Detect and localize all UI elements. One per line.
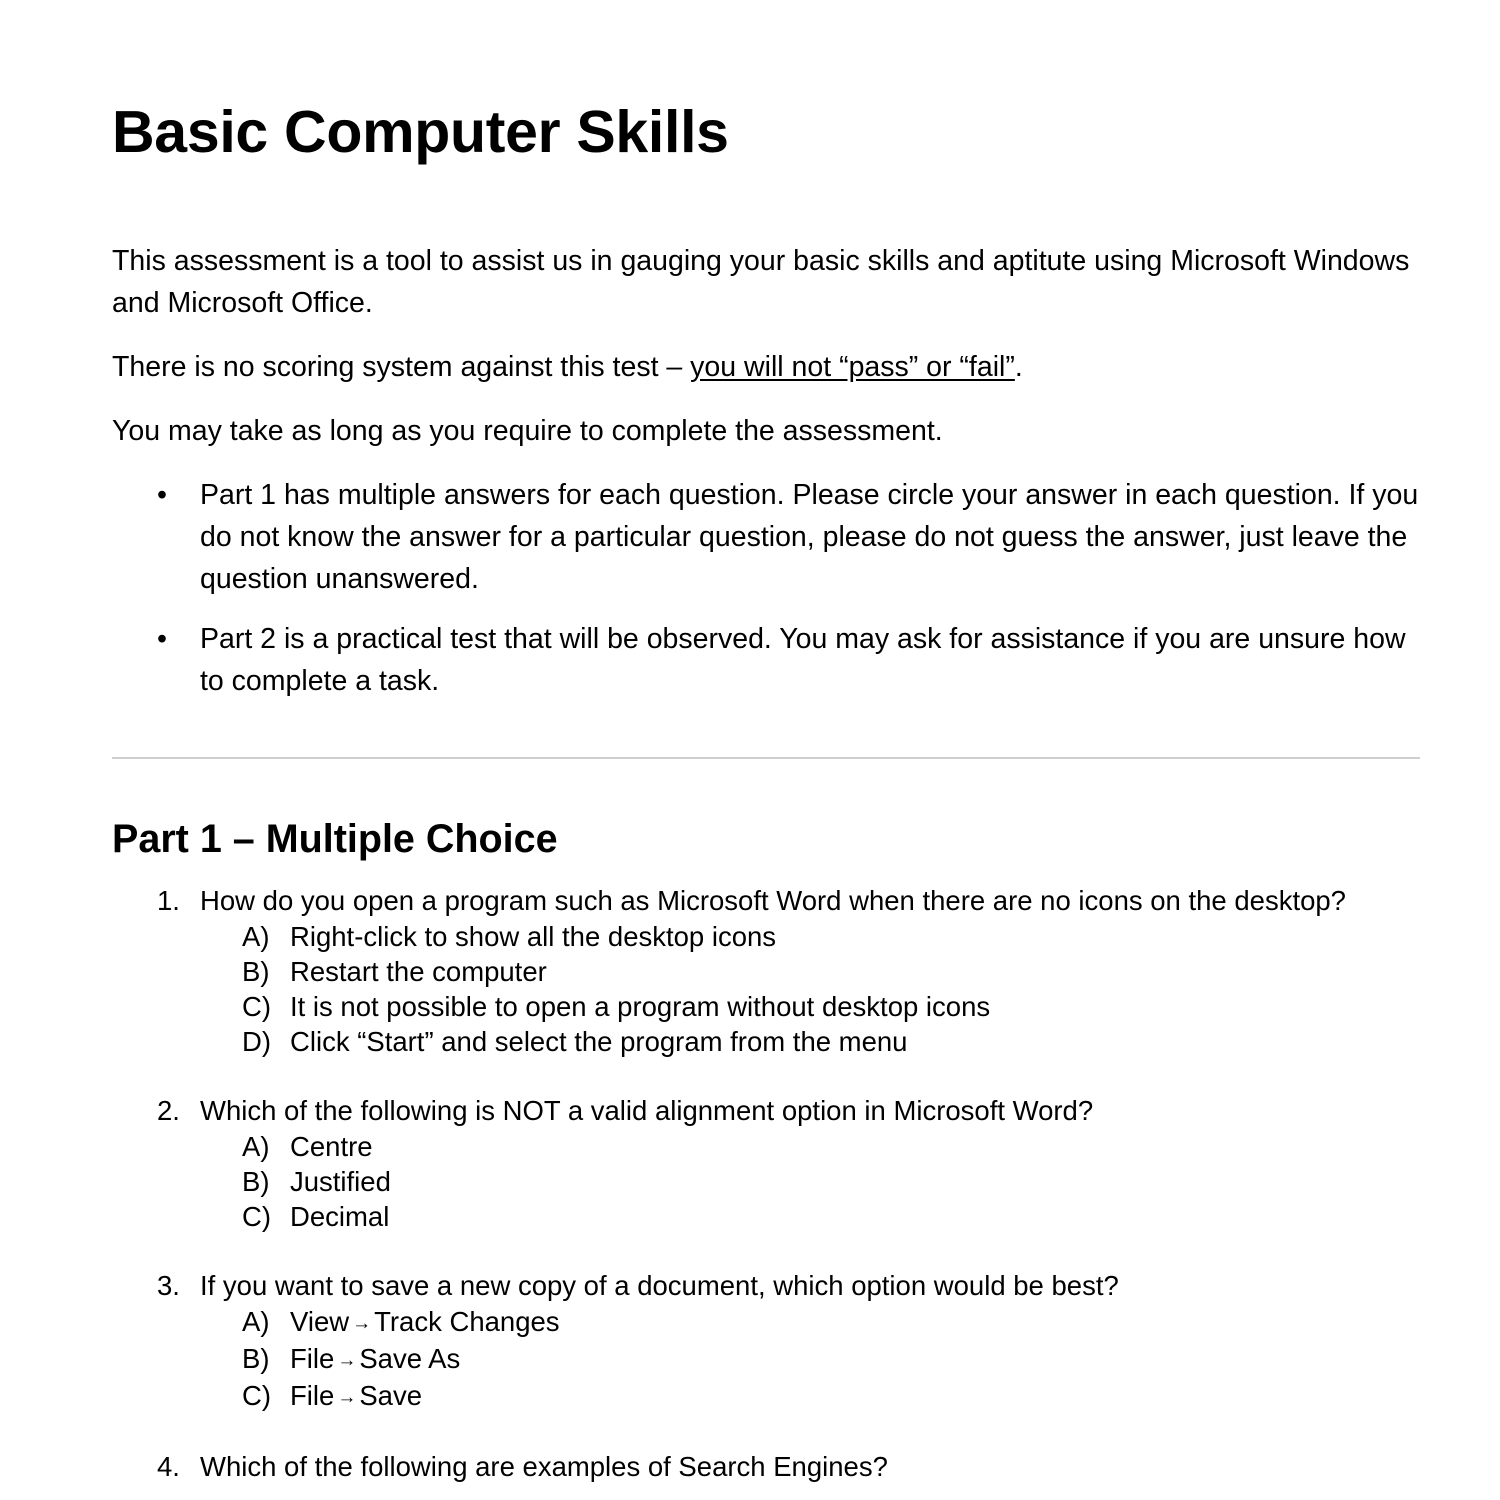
option-b[interactable]: B) Justified (200, 1164, 1420, 1199)
option-letter: B) (242, 1343, 270, 1374)
option-text-after: Track Changes (374, 1306, 560, 1337)
question-number: 3. (157, 1270, 180, 1301)
option-text-before: File (290, 1343, 335, 1374)
option-text: Restart the computer (290, 956, 547, 987)
question-text: If you want to save a new copy of a docu… (200, 1270, 1119, 1301)
question-4: 4. Which of the following are examples o… (112, 1449, 1420, 1485)
instructions-bullet-list: • Part 1 has multiple answers for each q… (112, 474, 1420, 702)
option-text: Justified (290, 1166, 391, 1197)
option-list: A) Right-click to show all the desktop i… (200, 919, 1420, 1059)
option-text: Centre (290, 1131, 373, 1162)
option-letter: B) (242, 956, 270, 987)
list-item: • Part 2 is a practical test that will b… (112, 618, 1420, 702)
list-item-text: Part 1 has multiple answers for each que… (200, 478, 1419, 595)
option-c[interactable]: C) File → Save (200, 1378, 1420, 1415)
question-number: 2. (157, 1095, 180, 1126)
option-b[interactable]: B) Restart the computer (200, 954, 1420, 989)
question-text: How do you open a program such as Micros… (200, 885, 1346, 916)
intro-paragraph-3: You may take as long as you require to c… (112, 414, 943, 447)
option-text: Decimal (290, 1201, 390, 1232)
option-text: It is not possible to open a program wit… (290, 991, 991, 1022)
option-list: A) View → Track Changes B) File → Save As C)… (200, 1304, 1420, 1415)
intro-paragraph-2-suffix: . (1014, 350, 1023, 383)
question-text: Which of the following are examples of S… (200, 1451, 888, 1482)
bullet-icon: • (157, 478, 167, 511)
question-text: Which of the following is NOT a valid al… (200, 1095, 1094, 1126)
option-c[interactable]: C) Decimal (200, 1199, 1420, 1234)
option-c[interactable]: C) It is not possible to open a program … (200, 989, 1420, 1024)
question-3: 3. If you want to save a new copy of a d… (112, 1268, 1420, 1415)
intro-paragraph-1: This assessment is a tool to assist us i… (112, 244, 1410, 319)
arrow-right-icon: → (337, 1387, 357, 1408)
list-item-text: Part 2 is a practical test that will be … (200, 622, 1406, 697)
option-letter: A) (242, 921, 270, 952)
option-d[interactable]: D) Click “Start” and select the program … (200, 1024, 1420, 1059)
intro-paragraph-2: There is no scoring system against this … (112, 346, 1420, 388)
option-b[interactable]: B) File → Save As (200, 1341, 1420, 1378)
option-letter: B) (242, 1166, 270, 1197)
page-title: Basic Computer Skills (112, 99, 729, 165)
option-list: A) Centre B) Justified C) Decimal (200, 1129, 1420, 1234)
question-1: 1. How do you open a program such as Mic… (112, 883, 1420, 1059)
question-2: 2. Which of the following is NOT a valid… (112, 1093, 1420, 1234)
option-a[interactable]: A) View → Track Changes (200, 1304, 1420, 1341)
option-a[interactable]: A) Centre (200, 1129, 1420, 1164)
option-letter: D) (242, 1026, 272, 1057)
option-text: Right-click to show all the desktop icon… (290, 921, 777, 952)
arrow-right-icon: → (352, 1313, 372, 1334)
option-letter: C) (242, 1201, 272, 1232)
arrow-right-icon: → (337, 1350, 357, 1371)
option-text-after: Save As (359, 1343, 461, 1374)
option-letter: A) (242, 1131, 270, 1162)
intro-section: This assessment is a tool to assist us i… (112, 240, 1420, 452)
list-item: • Part 1 has multiple answers for each q… (112, 474, 1420, 600)
question-list: 1. How do you open a program such as Mic… (112, 883, 1420, 1485)
option-letter: C) (242, 1380, 272, 1411)
intro-paragraph-2-prefix: There is no scoring system against this … (112, 350, 691, 383)
option-text: Click “Start” and select the program fro… (290, 1026, 908, 1057)
option-a[interactable]: A) Right-click to show all the desktop i… (200, 919, 1420, 954)
option-letter: C) (242, 991, 272, 1022)
option-text-before: View (290, 1306, 350, 1337)
question-number: 4. (157, 1451, 180, 1482)
intro-paragraph-2-emphasis: you will not “pass” or “fail” (690, 350, 1015, 383)
option-letter: A) (242, 1306, 270, 1337)
bullet-icon: • (157, 622, 167, 655)
document-page: Basic Computer Skills This assessment is… (0, 0, 1500, 1500)
section-heading-part-1: Part 1 – Multiple Choice (112, 816, 558, 861)
question-number: 1. (157, 885, 180, 916)
option-text-before: File (290, 1380, 335, 1411)
option-text-after: Save (359, 1380, 422, 1411)
